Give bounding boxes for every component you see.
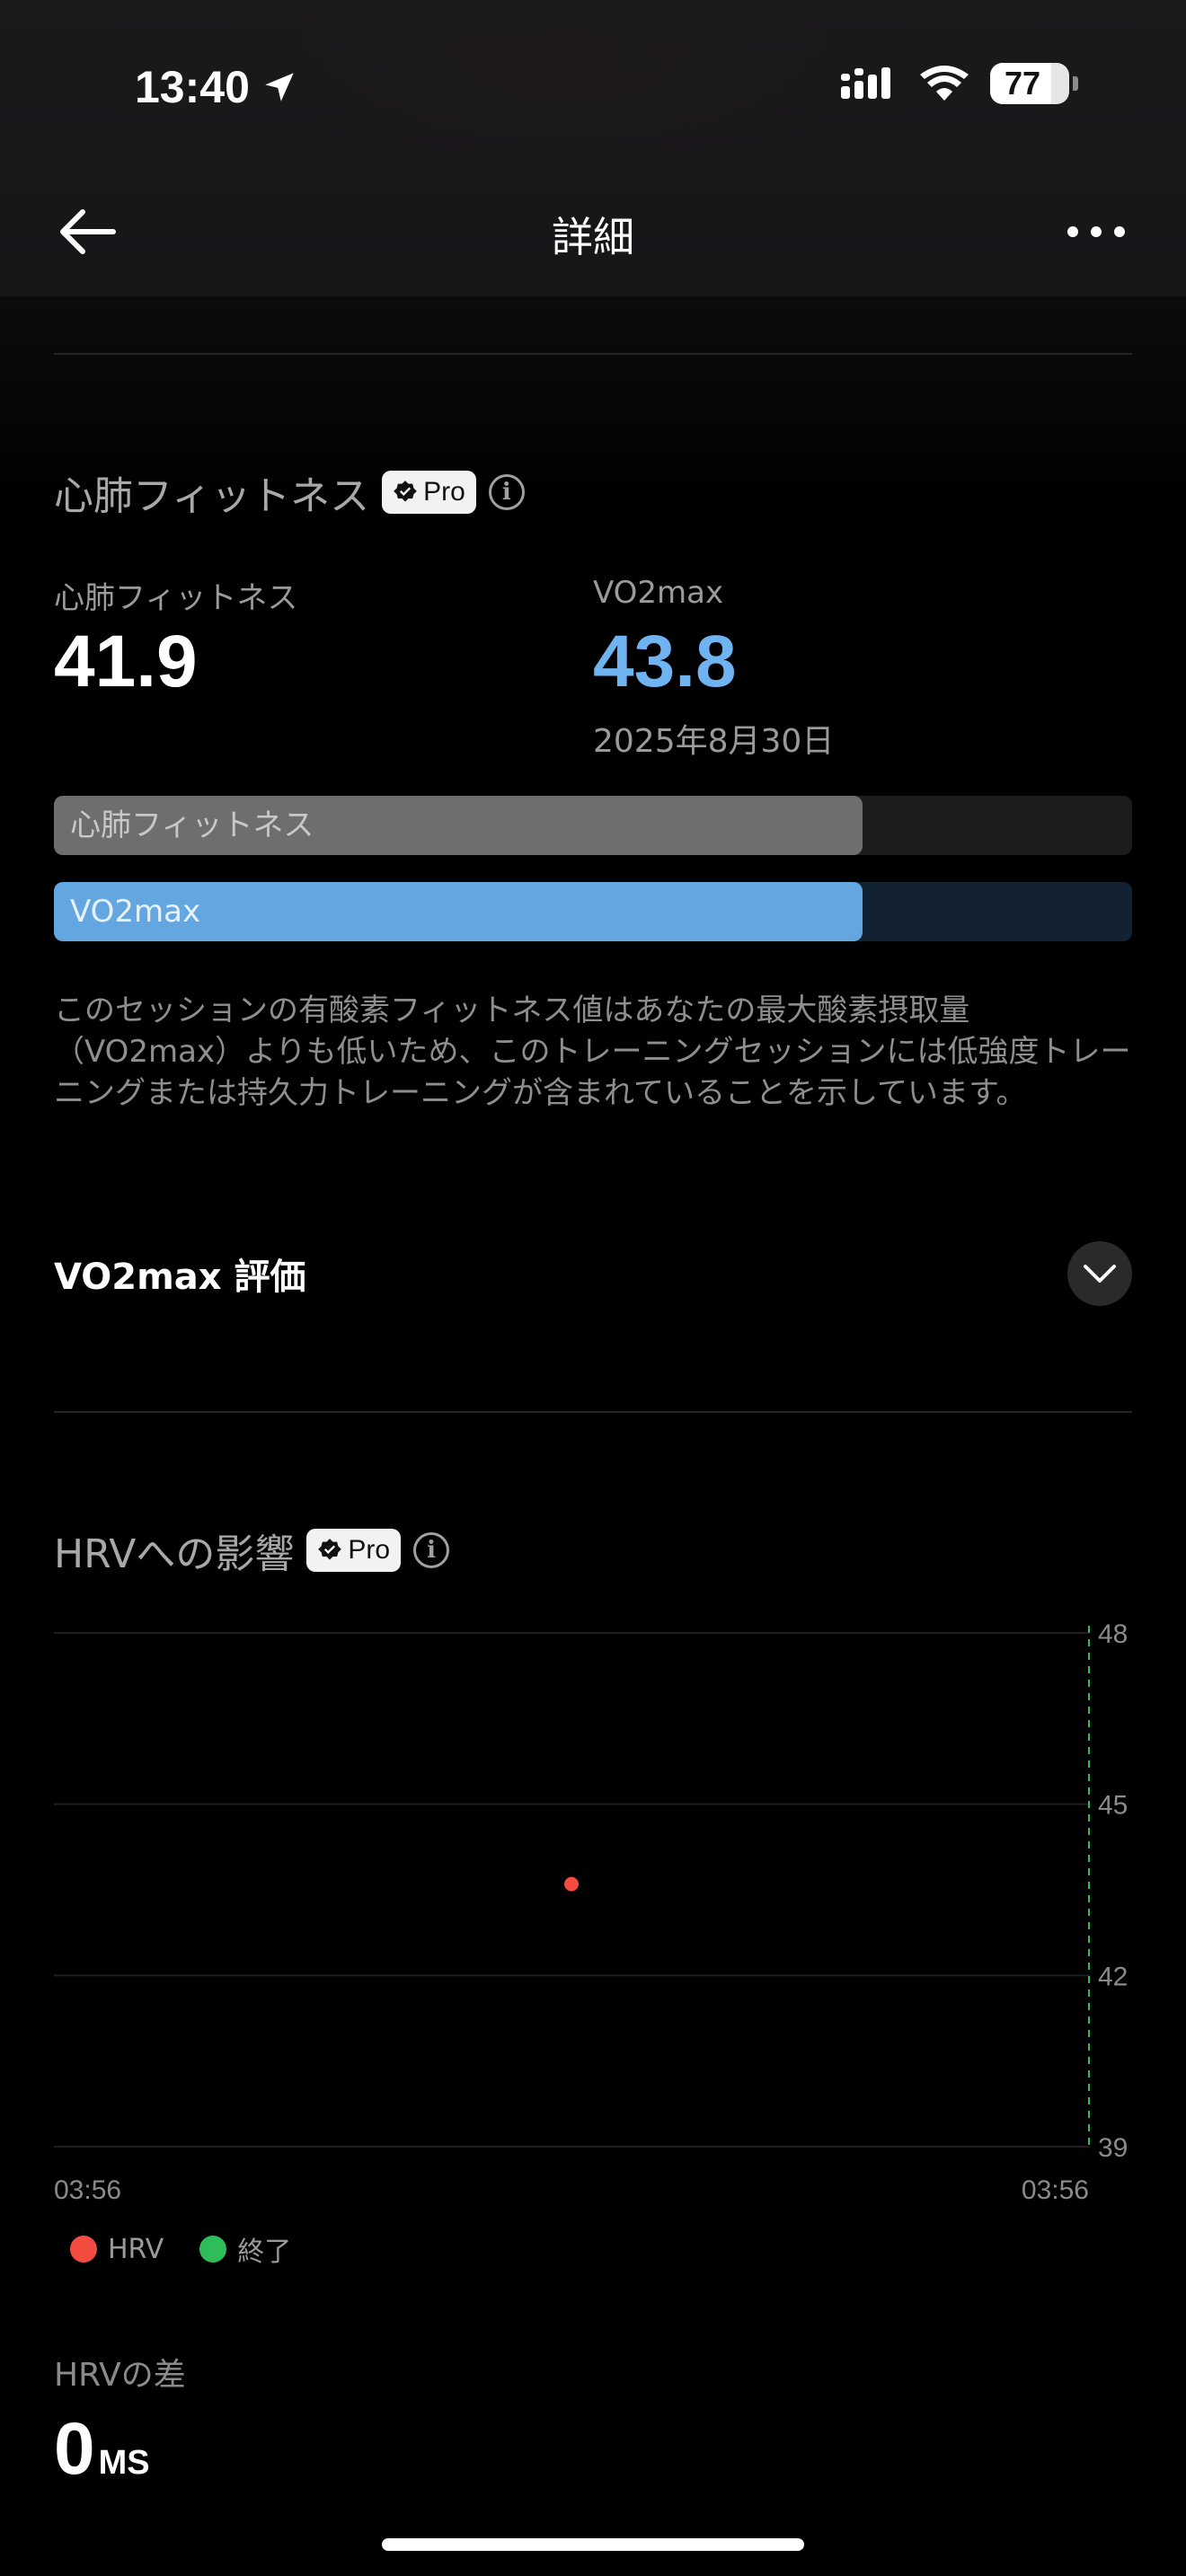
cardio-title-text: 心肺フィットネス	[54, 473, 370, 519]
info-icon-glyph: i	[501, 479, 511, 506]
legend-dot-hrv	[70, 2236, 97, 2263]
section-divider	[54, 1411, 1132, 1413]
vo2max-label: VO2max	[593, 575, 724, 611]
page: 13:40 77 詳細 心肺フィットネス Pro i 心肺フィットネス 41.9…	[0, 0, 1186, 2576]
hrv-diff-number: 0	[54, 2408, 95, 2490]
info-icon[interactable]: i	[488, 474, 525, 510]
hrv-section-title: HRVへの影響 Pro i	[54, 1522, 450, 1579]
status-icons: 77	[839, 63, 1078, 104]
pro-badge: Pro	[382, 471, 476, 514]
cardio-fitness-value: 41.9	[54, 621, 198, 702]
legend-item-end: 終了	[199, 2229, 291, 2269]
home-indicator[interactable]	[382, 2538, 804, 2551]
info-icon-glyph: i	[427, 1537, 436, 1564]
hrv-diff-value: 0 MS	[54, 2407, 150, 2492]
location-arrow-icon	[265, 73, 294, 101]
x-tick-label: 03:56	[54, 2175, 121, 2201]
vo2max-evaluation-label: VO2max 評価	[54, 1257, 306, 1298]
legend-label-hrv: HRV	[108, 2233, 164, 2265]
more-options-icon[interactable]	[1060, 214, 1132, 250]
cardio-fitness-bar-label: 心肺フィットネス	[70, 807, 314, 843]
info-icon[interactable]: i	[413, 1532, 450, 1568]
vo2max-bar: VO2max	[54, 882, 1132, 941]
cardio-fitness-bar: 心肺フィットネス	[54, 796, 1132, 855]
legend-label-end: 終了	[237, 2236, 292, 2268]
legend-item-hrv: HRV	[70, 2234, 164, 2265]
top-divider	[54, 353, 1132, 355]
wifi-icon	[920, 66, 969, 101]
status-time-text: 13:40	[135, 62, 250, 112]
vo2max-date: 2025年8月30日	[593, 723, 835, 760]
vo2max-value: 43.8	[593, 621, 737, 702]
cardio-section-title: 心肺フィットネス Pro i	[54, 463, 525, 521]
status-time: 13:40	[135, 61, 298, 113]
pro-badge-label: Pro	[423, 477, 465, 507]
cardio-fitness-label: 心肺フィットネス	[54, 580, 298, 616]
hrv-diff-unit: MS	[98, 2444, 150, 2482]
pro-seal-icon	[394, 481, 417, 502]
battery-level: 77	[1004, 65, 1041, 101]
y-tick-label: 39	[1098, 2133, 1128, 2163]
expand-button[interactable]	[1067, 1241, 1132, 1306]
hrv-diff-label: HRVの差	[54, 2357, 186, 2394]
y-tick-label: 42	[1098, 1962, 1128, 1991]
pro-badge: Pro	[306, 1529, 402, 1572]
y-tick-label: 48	[1098, 1619, 1128, 1649]
cardio-description: このセッションの有酸素フィットネス値はあなたの最大酸素摂取量（VO2max）より…	[54, 992, 1131, 1111]
vo2max-bar-label: VO2max	[70, 894, 201, 930]
y-tick-label: 45	[1098, 1791, 1128, 1821]
chart-legend: HRV 終了	[70, 2229, 327, 2269]
hrv-chart: 48 45 42 39 03:56 03:56	[54, 1619, 1128, 2201]
x-tick-label: 03:56	[1022, 2175, 1089, 2201]
battery-indicator: 77	[990, 63, 1069, 104]
legend-dot-end	[199, 2236, 227, 2263]
chevron-down-icon	[1084, 1265, 1116, 1283]
hrv-title-text: HRVへの影響	[54, 1531, 295, 1577]
battery-cap	[1073, 76, 1078, 91]
page-title: 詳細	[552, 213, 634, 261]
pro-seal-icon	[318, 1539, 342, 1560]
hrv-data-point	[564, 1876, 579, 1892]
cellular-signal-icon	[841, 67, 890, 99]
vo2max-evaluation-row[interactable]: VO2max 評価	[54, 1239, 1132, 1308]
pro-badge-label: Pro	[348, 1535, 391, 1565]
